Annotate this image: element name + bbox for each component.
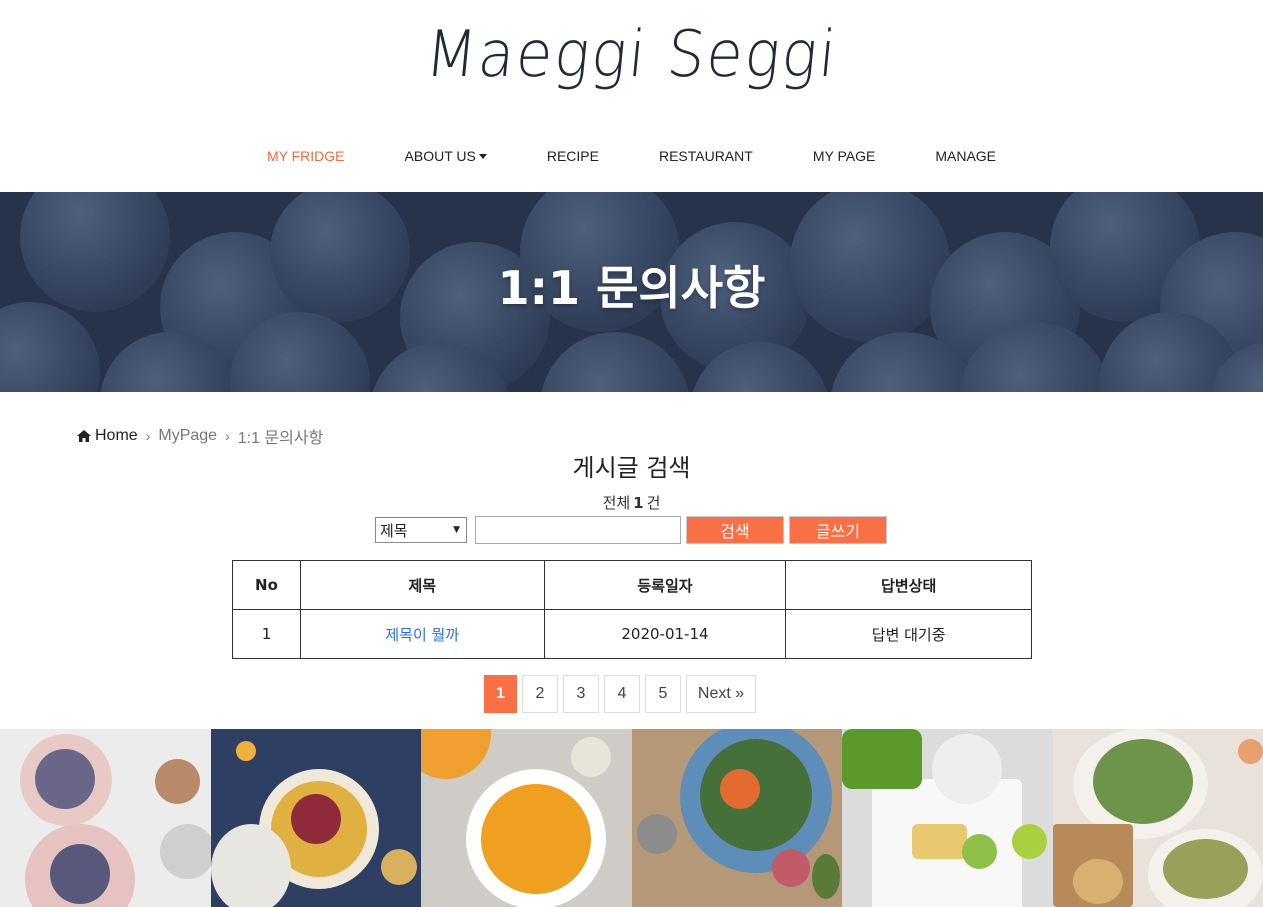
nav-about-us[interactable]: ABOUT US [405,144,487,168]
column-header-status: 답변상태 [785,560,1032,610]
search-field-select[interactable]: 제목 ▼ [375,517,467,543]
search-button[interactable]: 검색 [686,516,784,544]
row-title-link[interactable]: 제목이 뭘까 [385,626,459,644]
breadcrumb-mypage[interactable]: MyPage [158,427,217,445]
breadcrumb-home-label: Home [95,427,138,444]
gallery-image-salad-bowl [631,729,842,907]
nav-restaurant[interactable]: RESTAURANT [659,144,753,168]
caret-down-icon [478,153,487,159]
nav-my-page[interactable]: MY PAGE [813,144,876,168]
main-nav: MY FRIDGE ABOUT US RECIPE RESTAURANT MY … [0,144,1263,168]
row-title-cell: 제목이 뭘까 [299,609,545,659]
total-suffix: 건 [646,494,661,512]
column-header-title: 제목 [299,560,545,610]
table-header-row: No 제목 등록일자 답변상태 [232,560,1032,610]
hero-banner: 1:1 문의사항 [0,192,1263,392]
gallery-image-fruit-bowl [210,729,421,907]
row-status: 답변 대기중 [785,609,1032,659]
page-1[interactable]: 1 [484,675,517,713]
breadcrumb-current: 1:1 문의사항 [237,430,324,447]
row-date: 2020-01-14 [543,609,787,659]
page-5[interactable]: 5 [644,675,681,713]
gallery-image-salads [1052,729,1263,907]
nav-my-fridge[interactable]: MY FRIDGE [267,144,345,168]
pagination: 1 2 3 4 5 Next » [484,675,757,713]
breadcrumb-home[interactable]: Home [77,427,138,445]
next-page[interactable]: Next » [685,675,757,713]
row-no: 1 [232,609,301,659]
nav-recipe[interactable]: RECIPE [547,144,599,168]
gallery-image-snack-plate [842,729,1053,907]
site-logo[interactable]: Maeggi Seggi [47,18,1216,92]
search-field-value: 제목 [380,521,408,540]
home-icon [77,430,91,442]
chevron-right-icon: › [225,428,230,444]
search-input[interactable] [475,516,681,544]
column-header-date: 등록일자 [543,560,787,610]
page-4[interactable]: 4 [603,675,640,713]
table-row: 1 제목이 뭘까 2020-01-14 답변 대기중 [232,609,1032,659]
page-2[interactable]: 2 [521,675,558,713]
nav-about-us-label: ABOUT US [404,148,476,164]
column-header-no: No [232,560,301,610]
page-3[interactable]: 3 [562,675,599,713]
dropdown-arrow-icon: ▼ [453,525,460,535]
total-prefix: 전체 [602,494,631,512]
food-gallery [0,729,1263,907]
breadcrumb: Home › MyPage › 1:1 문의사항 [77,424,323,448]
board-title: 게시글 검색 [572,454,691,482]
gallery-image-pumpkin-soup [421,729,632,907]
write-button[interactable]: 글쓰기 [789,516,887,544]
page-title: 1:1 문의사항 [497,261,766,315]
chevron-right-icon: › [145,428,151,444]
total-count: 전체 1 건 [0,492,1263,513]
total-number: 1 [633,494,644,512]
gallery-image-pancakes [0,729,211,907]
nav-manage[interactable]: MANAGE [935,144,996,168]
search-row: 제목 ▼ 검색 글쓰기 [375,516,887,544]
inquiry-table: No 제목 등록일자 답변상태 1 제목이 뭘까 2020-01-14 답변 대… [232,560,1032,659]
